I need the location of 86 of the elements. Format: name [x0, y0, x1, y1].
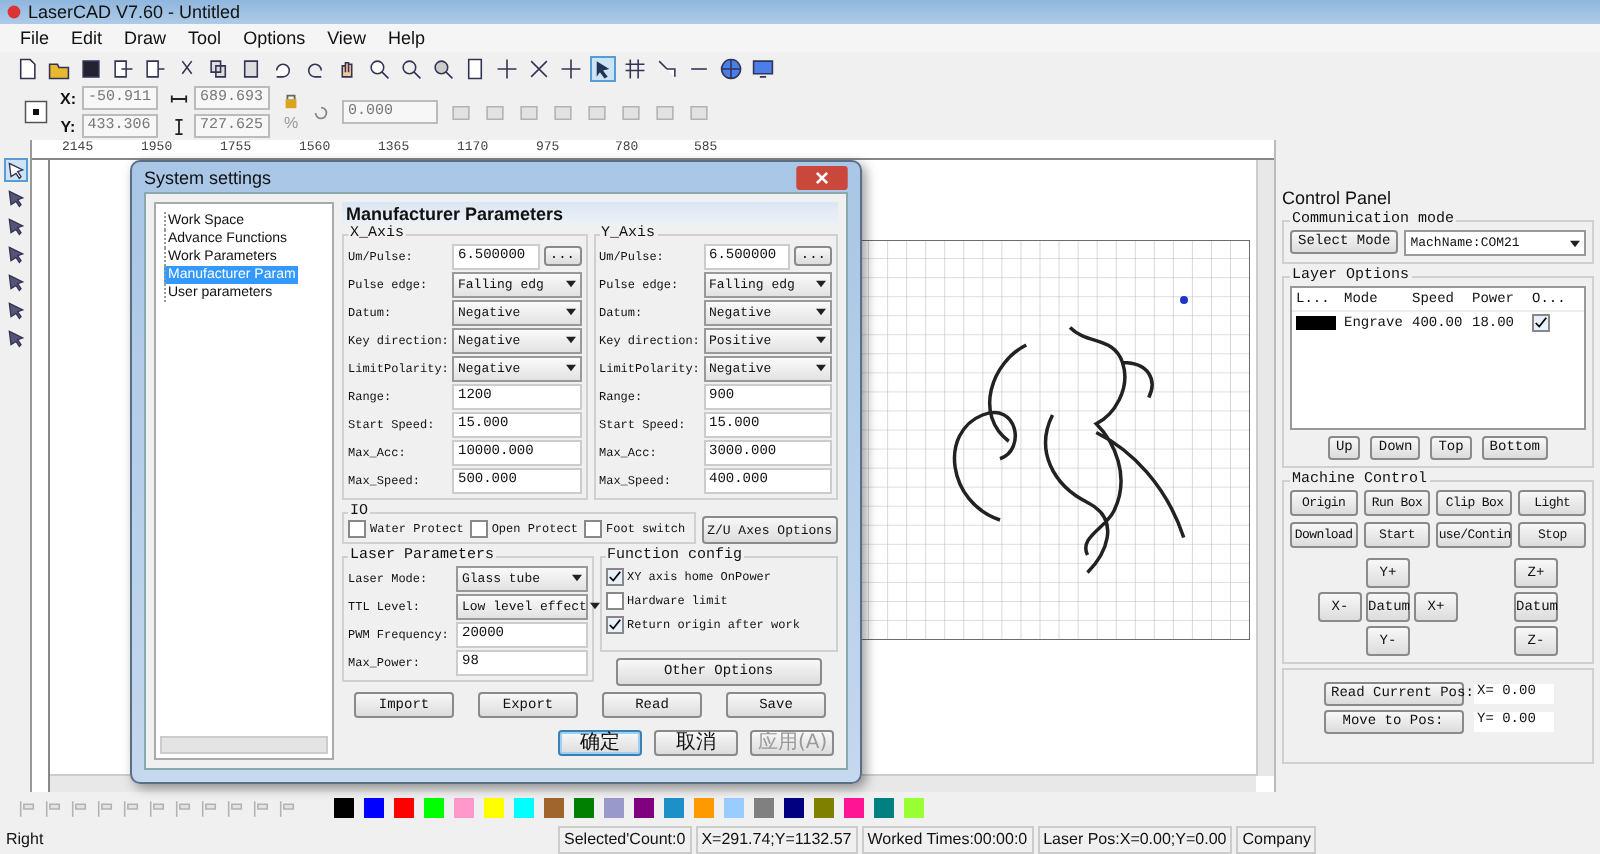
rotate-icon[interactable]: [312, 103, 330, 121]
menu-item[interactable]: Draw: [124, 28, 167, 48]
menu-item[interactable]: Options: [243, 28, 306, 48]
close-icon[interactable]: [796, 165, 848, 189]
pointer-icon[interactable]: [5, 160, 25, 180]
align-left-icon[interactable]: [16, 797, 38, 819]
page-icon[interactable]: [464, 57, 486, 79]
status-field: Selected'Count:0: [558, 825, 692, 853]
color-swatch[interactable]: [364, 798, 384, 818]
menu-item[interactable]: Help: [387, 28, 425, 48]
paste-icon[interactable]: [240, 57, 262, 79]
check-icon: [607, 617, 621, 631]
vertical-scrollbar[interactable]: [1256, 160, 1274, 776]
new-file-icon[interactable]: [16, 57, 38, 79]
monitor-icon[interactable]: [752, 57, 774, 79]
status-field: X=291.74;Y=1132.57: [695, 825, 858, 853]
color-swatch[interactable]: [694, 798, 714, 818]
color-swatch[interactable]: [454, 798, 474, 818]
color-swatch[interactable]: [664, 798, 684, 818]
zoom-fit-icon[interactable]: [432, 57, 454, 79]
import-icon[interactable]: [112, 57, 134, 79]
percent-label: %: [283, 114, 299, 132]
anchor-point: [1180, 296, 1188, 304]
width-icon: [170, 89, 188, 107]
node-edit-icon[interactable]: [656, 57, 678, 79]
anchor-grid-icon[interactable]: [24, 100, 48, 124]
caret-icon: [816, 280, 826, 288]
caret-icon: [565, 308, 575, 316]
color-swatch[interactable]: [544, 798, 564, 818]
color-swatch[interactable]: [754, 798, 774, 818]
color-swatch[interactable]: [814, 798, 834, 818]
menu-item[interactable]: Edit: [71, 28, 103, 48]
zoom-out-icon[interactable]: [400, 57, 422, 79]
copy-icon[interactable]: [208, 57, 230, 79]
color-swatch[interactable]: [844, 798, 864, 818]
color-swatch[interactable]: [784, 798, 804, 818]
caret-icon: [565, 280, 575, 288]
status-field: Right: [0, 827, 554, 851]
y-label: Y:: [60, 117, 76, 135]
caret-icon: [816, 336, 826, 344]
color-swatch[interactable]: [394, 798, 414, 818]
window-title: LaserCAD V7.60 - Untitled: [28, 2, 241, 22]
status-field: Worked Times:00:00:0: [861, 825, 1034, 853]
panel-title: Control Panel: [1282, 186, 1394, 211]
caret-icon: [571, 574, 581, 582]
caret-icon: [590, 602, 601, 610]
dialog-button[interactable]: 确定: [558, 730, 642, 756]
horizontal-scrollbar[interactable]: [160, 736, 328, 754]
color-swatch[interactable]: [574, 798, 594, 818]
output-checkbox[interactable]: [1532, 313, 1550, 332]
caret-icon: [565, 364, 575, 372]
color-swatch[interactable]: [724, 798, 744, 818]
color-swatch[interactable]: [634, 798, 654, 818]
zoom-in-icon[interactable]: [368, 57, 390, 79]
lock-icon[interactable]: [282, 92, 300, 110]
menu-item[interactable]: Tool: [188, 28, 222, 48]
caret-icon: [565, 336, 575, 344]
cut-icon[interactable]: [176, 57, 198, 79]
menu-item[interactable]: View: [327, 28, 366, 48]
color-swatch[interactable]: [604, 798, 624, 818]
color-swatch[interactable]: [334, 798, 354, 818]
caret-icon: [1570, 239, 1580, 247]
color-swatch[interactable]: [514, 798, 534, 818]
check-icon: [1534, 315, 1548, 330]
x-label: X:: [60, 89, 76, 107]
check-icon: [607, 569, 621, 583]
save-icon[interactable]: [80, 57, 102, 79]
color-swatch[interactable]: [874, 798, 894, 818]
crosshair-icon[interactable]: [720, 57, 742, 79]
caret-icon: [816, 364, 826, 372]
pointer-tool-icon[interactable]: [592, 57, 614, 79]
color-swatch[interactable]: [484, 798, 504, 818]
app-icon: [6, 4, 22, 20]
export-icon[interactable]: [144, 57, 166, 79]
menu-item[interactable]: File: [20, 28, 50, 48]
dialog-button[interactable]: 取消: [654, 730, 738, 756]
color-swatch[interactable]: [424, 798, 444, 818]
section-heading: Manufacturer Parameters: [342, 202, 838, 226]
height-icon: [170, 117, 188, 135]
caret-icon: [816, 308, 826, 316]
color-swatch[interactable]: [904, 798, 924, 818]
status-field: Company: [1236, 825, 1317, 853]
move-icon[interactable]: [560, 57, 582, 79]
dialog-title: System settings: [144, 167, 272, 187]
grid-icon[interactable]: [624, 57, 646, 79]
status-field: Laser Pos:X=0.00;Y=0.00: [1037, 825, 1233, 853]
